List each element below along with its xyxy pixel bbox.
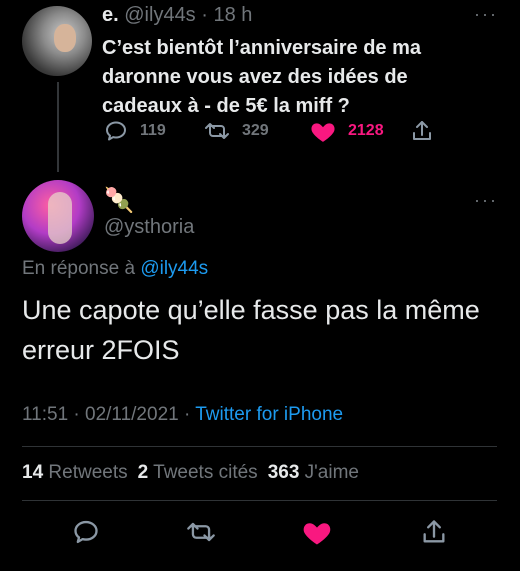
parent-tweet-header: e. @ily44s · 18 h [102,4,252,27]
reply-avatar[interactable] [22,180,94,252]
parent-avatar[interactable] [22,6,92,76]
reply-icon [106,121,126,141]
tweet-meta: 11:51 · 02/11/2021 · Twitter for iPhone [22,404,343,426]
reply-icon [74,520,98,544]
divider-bottom [22,500,497,501]
likes-stat[interactable]: 363 J'aime [268,462,359,484]
share-icon [413,121,431,140]
reply-context-handle[interactable]: @ily44s [140,258,208,279]
share-icon [423,520,445,543]
parent-reply-count: 119 [140,122,166,139]
retweet-icon [205,123,229,139]
reply-handle[interactable]: @ysthoria [104,216,194,239]
reply-button[interactable] [72,518,100,546]
parent-like-action[interactable]: 2128 [310,118,384,144]
quotes-stat[interactable]: 2 Tweets cités [138,462,258,484]
parent-time: · 18 h [201,4,253,26]
retweet-icon [187,522,215,542]
reply-more-icon[interactable]: ··· [474,190,498,211]
parent-retweet-count: 329 [242,122,269,139]
retweet-button[interactable] [186,518,216,546]
heart-icon [311,123,335,142]
parent-share-action[interactable] [410,118,434,144]
parent-handle[interactable]: @ily44s [124,4,195,26]
share-button[interactable] [420,518,448,546]
like-button[interactable] [302,518,332,546]
heart-icon [303,523,331,545]
reply-context-prefix: En réponse à [22,258,136,279]
divider-top [22,446,497,447]
thread-connector-line [57,82,59,172]
parent-tweet-text: C’est bientôt l’anniversaire de ma daron… [102,37,421,117]
avatar-person [48,192,72,244]
tweet-client[interactable]: Twitter for iPhone [195,404,343,425]
reply-name-emoji[interactable]: 🍡 [104,186,134,215]
reply-context: En réponse à @ily44s [22,258,208,280]
engagement-stats: 14 Retweets 2 Tweets cités 363 J'aime [22,462,359,484]
parent-display-name[interactable]: e. [102,4,119,26]
parent-retweet-action[interactable]: 329 [204,118,269,144]
parent-like-count: 2128 [348,122,384,139]
retweets-stat[interactable]: 14 Retweets [22,462,128,484]
parent-more-icon[interactable]: ··· [474,4,498,25]
parent-reply-action[interactable]: 119 [104,118,166,144]
avatar-face [54,24,76,52]
reply-tweet-text: Une capote qu’elle fasse pas la même err… [22,295,480,365]
tweet-timestamp[interactable]: 11:51 · 02/11/2021 · [22,404,190,425]
